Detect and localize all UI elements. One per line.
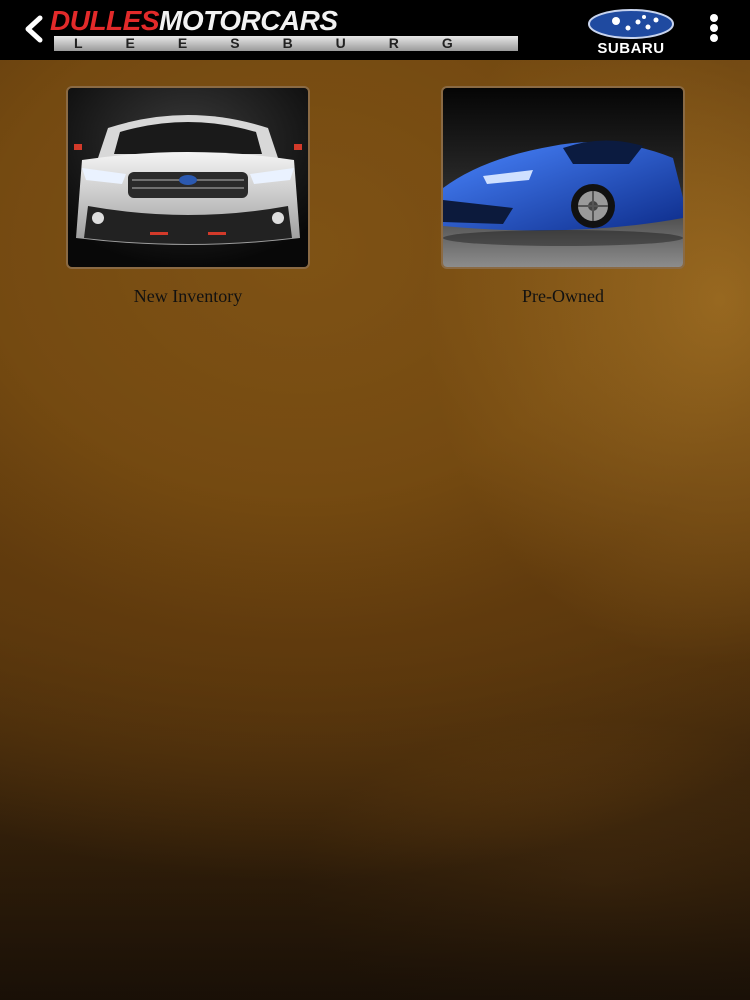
dealer-logo[interactable]: DULLESMOTORCARS LEESBURG [50,5,520,52]
logo-leesburg-text: LEESBURG [54,36,518,51]
tile-new-inventory[interactable]: New Inventory [66,86,310,316]
subaru-stars-icon [588,9,674,39]
pre-owned-image [441,86,685,269]
subaru-brand-logo: SUBARU [568,8,694,57]
overflow-menu-button[interactable] [700,12,728,44]
app-header: DULLESMOTORCARS LEESBURG SUBARU [0,0,750,60]
pre-owned-label: Pre-Owned [522,286,604,306]
new-inventory-label: New Inventory [133,286,243,306]
logo-motorcars-text: MOTORCARS [159,5,338,36]
subaru-brand-text: SUBARU [597,40,665,57]
new-inventory-image [66,86,310,269]
tile-pre-owned[interactable]: Pre-Owned [441,86,685,316]
back-chevron-icon [25,15,43,43]
back-button[interactable] [18,12,52,46]
logo-dulles-text: DULLES [50,5,160,36]
